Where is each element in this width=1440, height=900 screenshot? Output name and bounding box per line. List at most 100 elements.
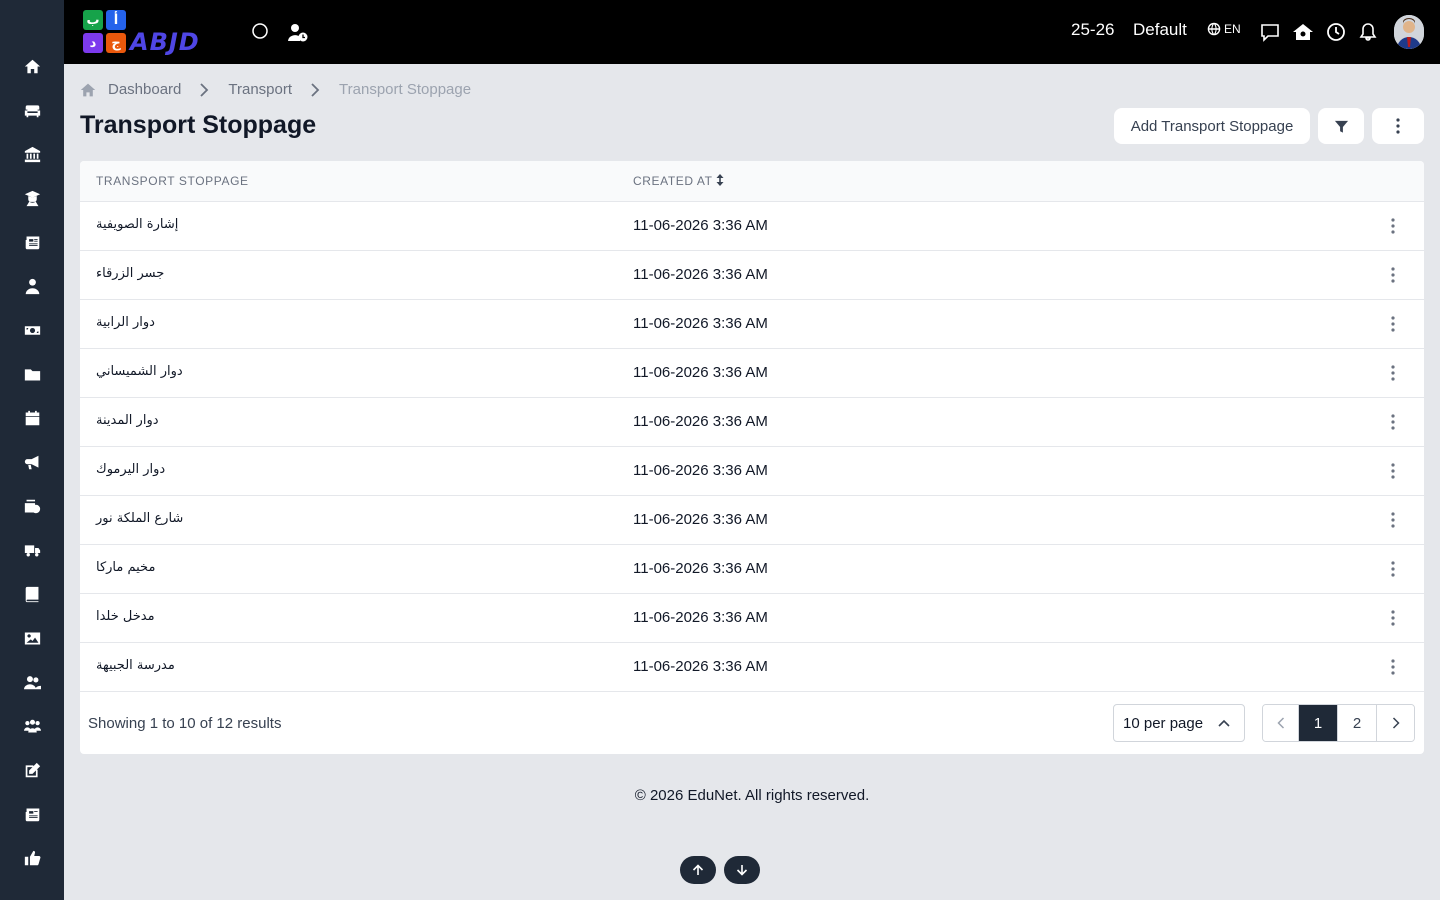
user-tie-icon[interactable] [22,276,42,296]
row-actions-button[interactable] [1383,265,1403,285]
stoppage-name: دوار اليرموك [96,462,166,477]
breadcrumb-transport[interactable]: Transport [228,81,292,98]
page-button-2[interactable]: 2 [1338,705,1377,741]
row-actions-button[interactable] [1383,510,1403,530]
created-at: 11-06-2026 3:36 AM [633,266,768,283]
news-icon[interactable] [22,804,42,824]
users-icon[interactable] [22,672,42,692]
scroll-up-button[interactable] [680,856,716,884]
circle-icon[interactable] [249,21,271,43]
row-actions-button[interactable] [1383,412,1403,432]
column-header-transport-stoppage: TRANSPORT STOPPAGE [96,174,249,188]
per-page-select[interactable]: 10 per page [1113,704,1245,742]
pagination: 1 2 [1262,704,1415,742]
stoppage-name: مدرسة الجبيهة [96,658,175,673]
newspaper-icon[interactable] [22,232,42,252]
arrow-up-icon [692,864,704,875]
row-actions-button[interactable] [1383,608,1403,628]
profile-label[interactable]: Default [1133,20,1187,40]
table-row[interactable]: إشارة الصويفية 11-06-2026 3:36 AM [80,202,1424,251]
table-row[interactable]: مخيم ماركا 11-06-2026 3:36 AM [80,545,1424,594]
kebab-menu-icon [1396,118,1400,134]
row-actions-button[interactable] [1383,216,1403,236]
chevron-right-icon [200,82,209,97]
row-actions-button[interactable] [1383,559,1403,579]
created-at: 11-06-2026 3:36 AM [633,413,768,430]
app-logo[interactable]: ب أ د ج ABJD [80,8,225,56]
school-icon[interactable] [1292,21,1314,43]
chat-icon[interactable] [1259,21,1281,43]
couch-icon[interactable] [22,100,42,120]
language-code: EN [1224,22,1241,36]
filter-button[interactable] [1318,108,1364,144]
bank-icon[interactable] [22,144,42,164]
table-row[interactable]: دوار الرابية 11-06-2026 3:36 AM [80,300,1424,349]
table-row[interactable]: دوار المدينة 11-06-2026 3:36 AM [80,398,1424,447]
user-clock-icon[interactable] [287,21,309,43]
page-title: Transport Stoppage [80,111,317,139]
home-icon[interactable] [22,56,42,76]
breadcrumb: Dashboard Transport Transport Stoppage [80,81,471,98]
next-page-button[interactable] [1377,705,1414,741]
kebab-menu-icon [1391,561,1395,577]
column-header-created-at[interactable]: CREATED AT [633,174,724,188]
add-transport-stoppage-button[interactable]: Add Transport Stoppage [1114,108,1310,144]
more-options-button[interactable] [1372,108,1424,144]
stoppage-name: دوار الشميساني [96,364,183,379]
created-at: 11-06-2026 3:36 AM [633,658,768,675]
kebab-menu-icon [1391,512,1395,528]
pagination-summary: Showing 1 to 10 of 12 results [88,715,282,732]
image-icon[interactable] [22,628,42,648]
row-actions-button[interactable] [1383,461,1403,481]
clock-icon[interactable] [1325,21,1347,43]
footer: © 2026 EduNet. All rights reserved. [634,787,870,804]
arrow-down-icon [736,865,748,876]
row-actions-button[interactable] [1383,363,1403,383]
row-actions-button[interactable] [1383,314,1403,334]
table-row[interactable]: مدخل خلدا 11-06-2026 3:36 AM [80,594,1424,643]
prev-page-button[interactable] [1263,705,1299,741]
thumbs-up-icon[interactable] [22,848,42,868]
calendar-icon[interactable] [22,408,42,428]
edit-icon[interactable] [22,760,42,780]
scroll-down-button[interactable] [724,856,760,884]
stoppage-name: مدخل خلدا [96,609,155,624]
kebab-menu-icon [1391,414,1395,430]
table-row[interactable]: مدرسة الجبيهة 11-06-2026 3:36 AM [80,643,1424,692]
created-at: 11-06-2026 3:36 AM [633,511,768,528]
created-at: 11-06-2026 3:36 AM [633,364,768,381]
people-group-icon[interactable] [22,716,42,736]
topbar: ب أ د ج ABJD 25-26 Default EN [64,0,1440,64]
megaphone-icon[interactable] [22,452,42,472]
created-at: 11-06-2026 3:36 AM [633,560,768,577]
created-at: 11-06-2026 3:36 AM [633,315,768,332]
table-row[interactable]: دوار الشميساني 11-06-2026 3:36 AM [80,349,1424,398]
row-actions-button[interactable] [1383,657,1403,677]
book-icon[interactable] [22,584,42,604]
money-icon[interactable] [22,320,42,340]
breadcrumb-dashboard[interactable]: Dashboard [108,81,181,98]
page-button-1[interactable]: 1 [1299,705,1338,741]
home-breadcrumb-icon[interactable] [80,82,96,98]
table-row[interactable]: جسر الزرقاء 11-06-2026 3:36 AM [80,251,1424,300]
sort-icon[interactable] [716,174,724,186]
kebab-menu-icon [1391,365,1395,381]
chevron-left-icon [1276,717,1284,729]
session-label[interactable]: 25-26 [1071,20,1114,40]
breadcrumb-current: Transport Stoppage [339,81,472,98]
kebab-menu-icon [1391,659,1395,675]
created-at: 11-06-2026 3:36 AM [633,217,768,234]
stoppage-name: دوار المدينة [96,413,159,428]
graduate-icon[interactable] [22,188,42,208]
language-switcher[interactable]: EN [1207,22,1241,36]
table-row[interactable]: دوار اليرموك 11-06-2026 3:36 AM [80,447,1424,496]
avatar[interactable] [1394,15,1424,49]
truck-icon[interactable] [22,540,42,560]
id-card-icon[interactable] [22,496,42,516]
table-row[interactable]: شارع الملكة نور 11-06-2026 3:36 AM [80,496,1424,545]
created-at: 11-06-2026 3:36 AM [633,462,768,479]
chevron-right-icon [311,82,320,97]
bell-icon[interactable] [1357,21,1379,43]
stoppage-name: إشارة الصويفية [96,217,179,232]
folder-icon[interactable] [22,364,42,384]
